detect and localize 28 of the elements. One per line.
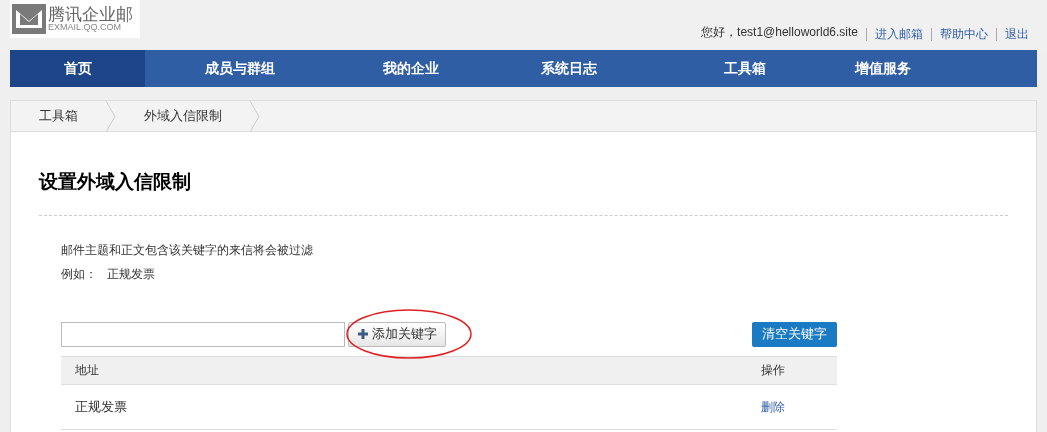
nav-tab[interactable]: 成员与群组: [145, 50, 335, 87]
description-text: 邮件主题和正文包含该关键字的来信将会被过滤: [61, 241, 314, 259]
column-header: 地址: [75, 362, 99, 379]
delete-link[interactable]: 删除: [761, 397, 785, 416]
nav-tab[interactable]: 增值服务: [839, 50, 927, 87]
logo-name: 腾讯企业邮: [48, 6, 133, 23]
plus-icon: [357, 328, 369, 340]
header-link[interactable]: 帮助中心: [931, 28, 996, 41]
table-cell-text: 正规发票: [75, 397, 127, 416]
page-title: 设置外域入信限制: [39, 170, 192, 194]
nav-tab[interactable]: 首页: [10, 50, 145, 87]
keyword-field[interactable]: [61, 321, 345, 347]
greeting-text: 您好，test1@helloworld6.site: [701, 24, 859, 41]
clear-keywords-button[interactable]: 清空关键字: [752, 321, 837, 347]
example-value: 正规发票: [107, 265, 155, 283]
chevron-separator-icon: [250, 100, 260, 132]
nav-tab[interactable]: 工具箱: [651, 50, 839, 87]
example-label: 例如：: [61, 265, 97, 283]
nav-tab[interactable]: 我的企业: [335, 50, 487, 87]
header-link[interactable]: 进入邮箱: [866, 28, 931, 41]
nav-tab[interactable]: 系统日志: [487, 50, 651, 87]
column-header: 操作: [761, 362, 785, 379]
breadcrumb-item[interactable]: 外域入信限制: [116, 106, 250, 126]
breadcrumb-item[interactable]: 工具箱: [11, 106, 106, 126]
chevron-separator-icon: [106, 100, 116, 132]
header-link[interactable]: 退出: [996, 28, 1037, 41]
logo-domain: EXMAIL.QQ.COM: [48, 23, 121, 32]
add-keyword-button[interactable]: 添加关键字: [348, 321, 446, 347]
